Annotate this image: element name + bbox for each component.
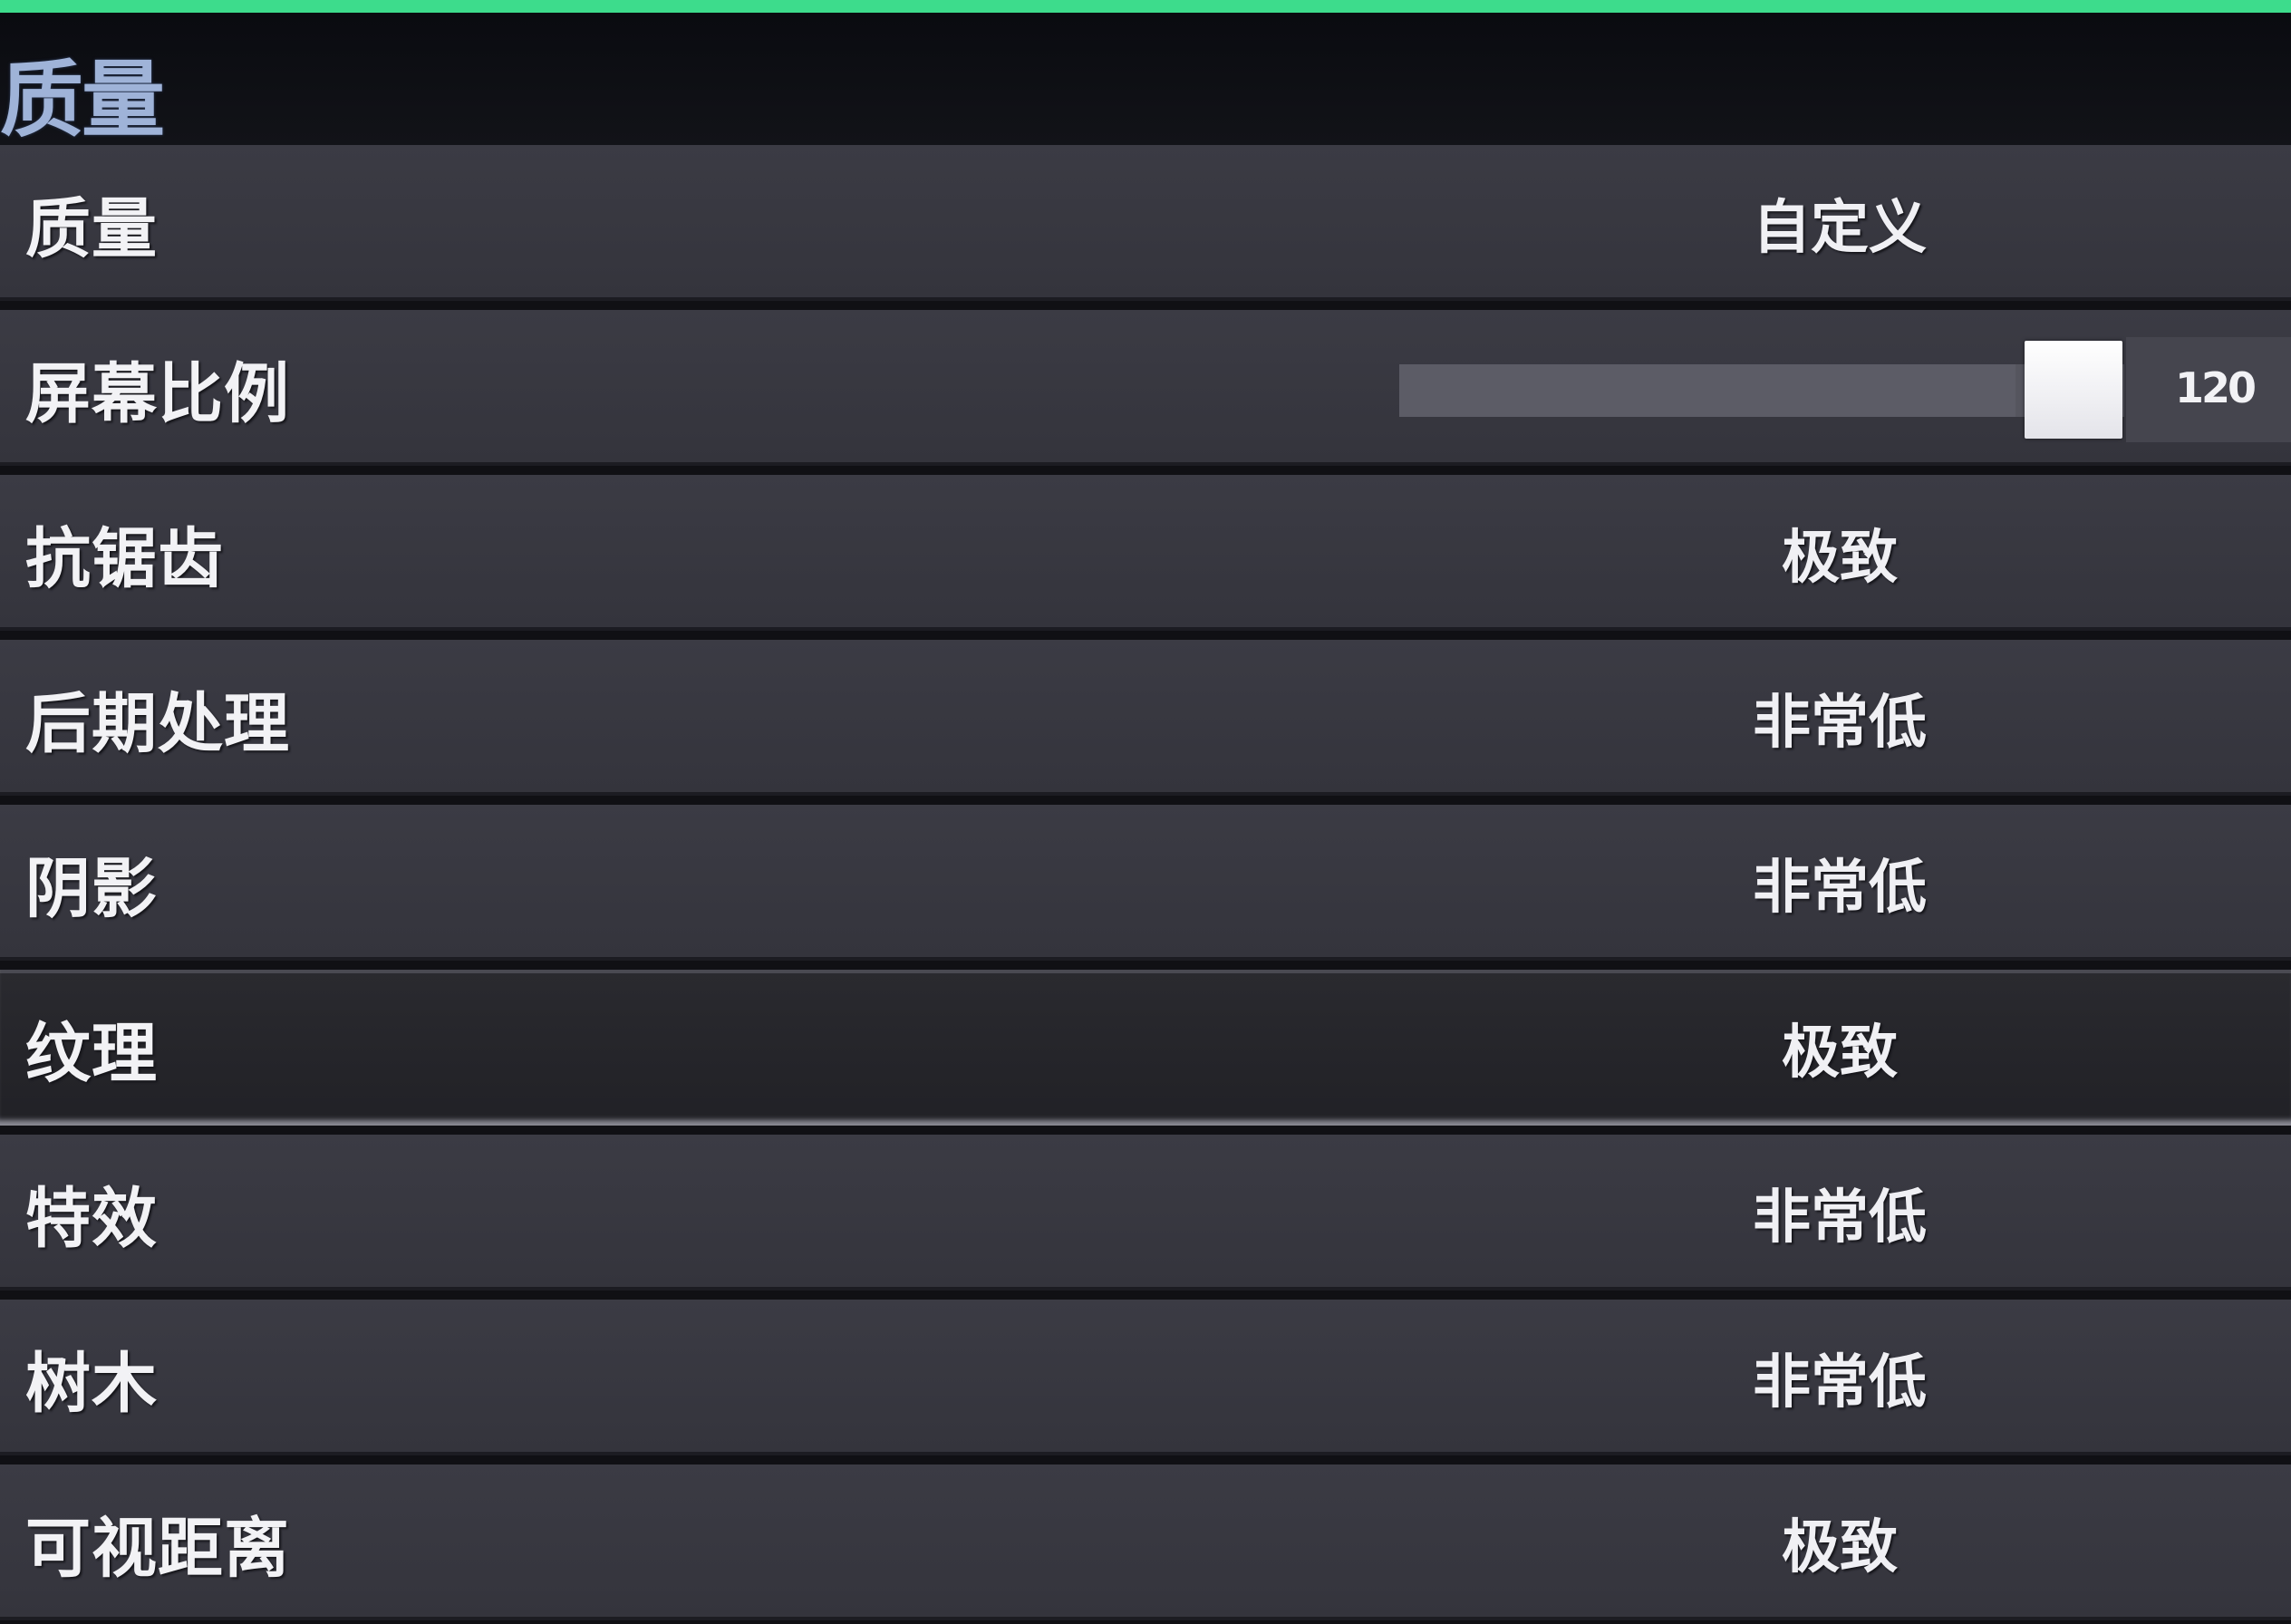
setting-row-textures[interactable]: 纹理 极致 — [0, 970, 2291, 1126]
screen-scale-slider-fill — [1399, 364, 2016, 417]
setting-label: 阴影 — [25, 850, 159, 927]
top-accent-bar — [0, 0, 2291, 13]
setting-value[interactable]: 极致 — [1782, 1006, 1898, 1089]
setting-row-quality[interactable]: 质量 自定义 — [0, 145, 2291, 301]
setting-label: 质量 — [25, 190, 159, 267]
section-header: 质量 — [0, 13, 2291, 149]
setting-label: 特效 — [25, 1180, 159, 1257]
setting-value[interactable]: 自定义 — [1753, 181, 1927, 265]
setting-value[interactable]: 非常低 — [1753, 1171, 1927, 1254]
setting-row-anti-aliasing[interactable]: 抗锯齿 极致 — [0, 475, 2291, 631]
setting-label: 后期处理 — [25, 685, 291, 762]
screen-scale-slider-thumb[interactable] — [2025, 341, 2122, 439]
graphics-settings-screen: 质量 质量 自定义 屏幕比例 120 抗锯齿 极致 后期处理 非常低 阴影 非常… — [0, 0, 2291, 1624]
setting-value[interactable]: 极致 — [1782, 511, 1898, 594]
setting-label: 屏幕比例 — [25, 355, 291, 432]
setting-row-post-processing[interactable]: 后期处理 非常低 — [0, 640, 2291, 796]
setting-row-effects[interactable]: 特效 非常低 — [0, 1135, 2291, 1290]
setting-label: 树木 — [25, 1345, 159, 1422]
screen-scale-slider-track[interactable] — [1399, 364, 2124, 417]
setting-row-screen-scale[interactable]: 屏幕比例 120 — [0, 310, 2291, 466]
setting-value[interactable]: 非常低 — [1753, 1336, 1927, 1419]
setting-row-view-distance[interactable]: 可视距离 极致 — [0, 1464, 2291, 1620]
section-title: 质量 — [0, 52, 165, 149]
setting-value[interactable]: 极致 — [1782, 1501, 1898, 1584]
setting-label: 可视距离 — [25, 1510, 291, 1587]
setting-row-foliage[interactable]: 树木 非常低 — [0, 1300, 2291, 1455]
screen-scale-value: 120 — [2175, 363, 2257, 412]
setting-value[interactable]: 非常低 — [1753, 676, 1927, 759]
setting-value[interactable]: 非常低 — [1753, 841, 1927, 924]
setting-label: 抗锯齿 — [25, 520, 225, 597]
setting-label: 纹理 — [25, 1015, 159, 1092]
setting-row-shadows[interactable]: 阴影 非常低 — [0, 805, 2291, 961]
